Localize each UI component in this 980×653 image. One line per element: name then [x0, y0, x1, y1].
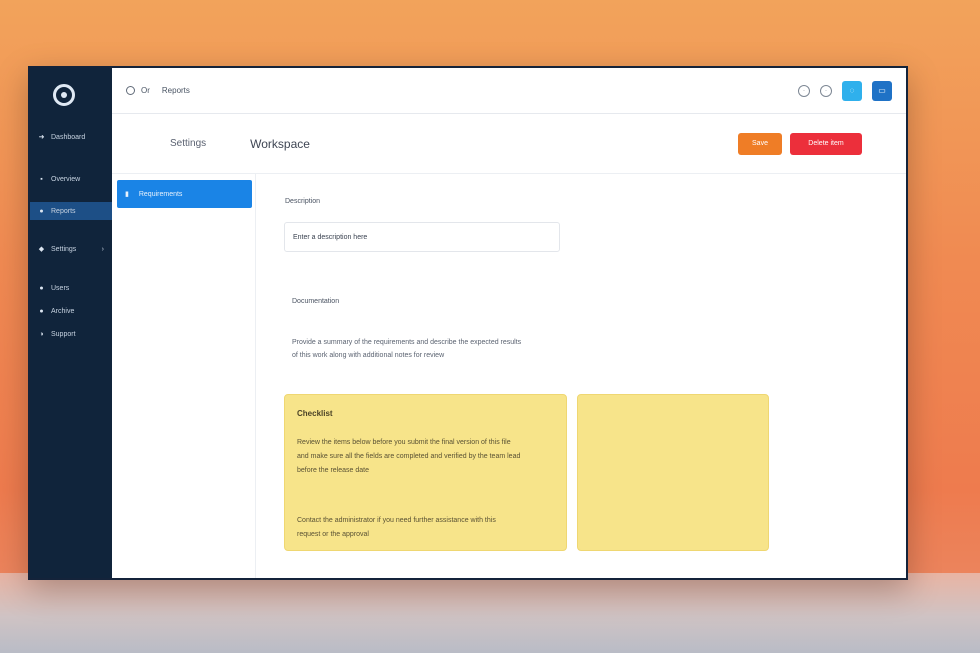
- note-line: before the release date: [297, 467, 369, 474]
- section-heading: Documentation: [292, 298, 340, 305]
- desk-surface: [0, 573, 980, 653]
- sidebar-item-label: Users: [51, 284, 70, 292]
- breadcrumb-current[interactable]: Reports: [162, 86, 190, 95]
- sidebar-item-settings[interactable]: ◆ Settings ›: [30, 240, 112, 258]
- arrow-icon: ➜: [38, 134, 45, 141]
- circle-icon[interactable]: ·: [820, 84, 832, 97]
- sidebar-item-label: Reports: [51, 207, 76, 215]
- grid-icon: ▪: [40, 175, 43, 183]
- header-actions: Save Delete item: [738, 132, 862, 155]
- sidebar-item-users[interactable]: ● Users: [30, 279, 112, 297]
- topbar-actions: · · ◌ ▭: [798, 80, 892, 101]
- description-input-value: Enter a description here: [293, 233, 368, 241]
- info-icon[interactable]: ◌: [842, 80, 862, 101]
- note-card-text: Review the items below before you submit…: [297, 436, 554, 478]
- user-icon: ●: [39, 284, 44, 292]
- note-line: request or the approval: [297, 531, 369, 538]
- subnav-item-label: Requirements: [138, 190, 183, 198]
- note-card-footer: Contact the administrator if you need fu…: [297, 514, 554, 542]
- main-area: Or Reports · · ◌ ▭ Settings Workspace Sa…: [112, 68, 906, 578]
- sidebar-item-label: Support: [51, 330, 76, 338]
- page-title: Workspace: [250, 136, 310, 151]
- sidebar-item-label: Settings: [51, 245, 77, 253]
- sidebar-item-reports[interactable]: ● Reports: [30, 202, 112, 220]
- breadcrumb-root[interactable]: Or: [141, 86, 150, 95]
- section-title: Settings: [170, 138, 207, 149]
- sidebar-item-label: Archive: [51, 307, 75, 315]
- delete-button[interactable]: Delete item: [790, 132, 862, 155]
- sidebar: ➜ Dashboard ▪ Overview ● Reports ◆ Setti…: [30, 68, 112, 578]
- field-label: Description: [285, 198, 321, 205]
- page-header: Settings Workspace Save Delete item: [112, 114, 906, 174]
- apps-icon[interactable]: ▭: [872, 80, 892, 101]
- note-line: and make sure all the fields are complet…: [297, 453, 521, 460]
- folder-icon: ●: [39, 307, 44, 315]
- note-line: Contact the administrator if you need fu…: [297, 517, 496, 524]
- description-input[interactable]: Enter a description here: [284, 222, 560, 252]
- chevron-right-icon: ›: [101, 245, 104, 253]
- section-description: Provide a summary of the requirements an…: [292, 336, 562, 362]
- note-card: Checklist Review the items below before …: [284, 394, 567, 551]
- description-line: Provide a summary of the requirements an…: [292, 339, 522, 346]
- sidebar-item-label: Overview: [51, 175, 81, 183]
- radio-icon[interactable]: [126, 86, 135, 95]
- note-card-title: Checklist: [297, 409, 333, 418]
- sidebar-item-support[interactable]: ◑ Support: [30, 325, 112, 343]
- description-line: of this work along with additional notes…: [292, 352, 445, 359]
- note-line: Review the items below before you submit…: [297, 439, 511, 446]
- sidebar-item-archive[interactable]: ● Archive: [30, 302, 112, 320]
- empty-note-card: [577, 394, 769, 551]
- secondary-nav: ▮ Requirements: [112, 174, 256, 578]
- settings-icon: ◆: [38, 246, 45, 253]
- circle-icon[interactable]: ·: [798, 84, 810, 97]
- bookmark-icon: ▮: [125, 191, 129, 198]
- sidebar-item-overview[interactable]: ▪ Overview: [30, 170, 112, 188]
- save-button[interactable]: Save: [738, 132, 782, 155]
- document-icon: ●: [39, 207, 44, 215]
- help-icon: ◑: [39, 330, 44, 338]
- sidebar-item-label: Dashboard: [51, 133, 86, 141]
- content-panel: Description Enter a description here Doc…: [255, 174, 906, 578]
- logo-icon[interactable]: [53, 84, 75, 106]
- subnav-item-requirements[interactable]: ▮ Requirements: [117, 180, 252, 208]
- app-window: ➜ Dashboard ▪ Overview ● Reports ◆ Setti…: [28, 66, 908, 580]
- top-bar: Or Reports · · ◌ ▭: [112, 68, 906, 114]
- sidebar-item-dashboard[interactable]: ➜ Dashboard: [30, 128, 112, 146]
